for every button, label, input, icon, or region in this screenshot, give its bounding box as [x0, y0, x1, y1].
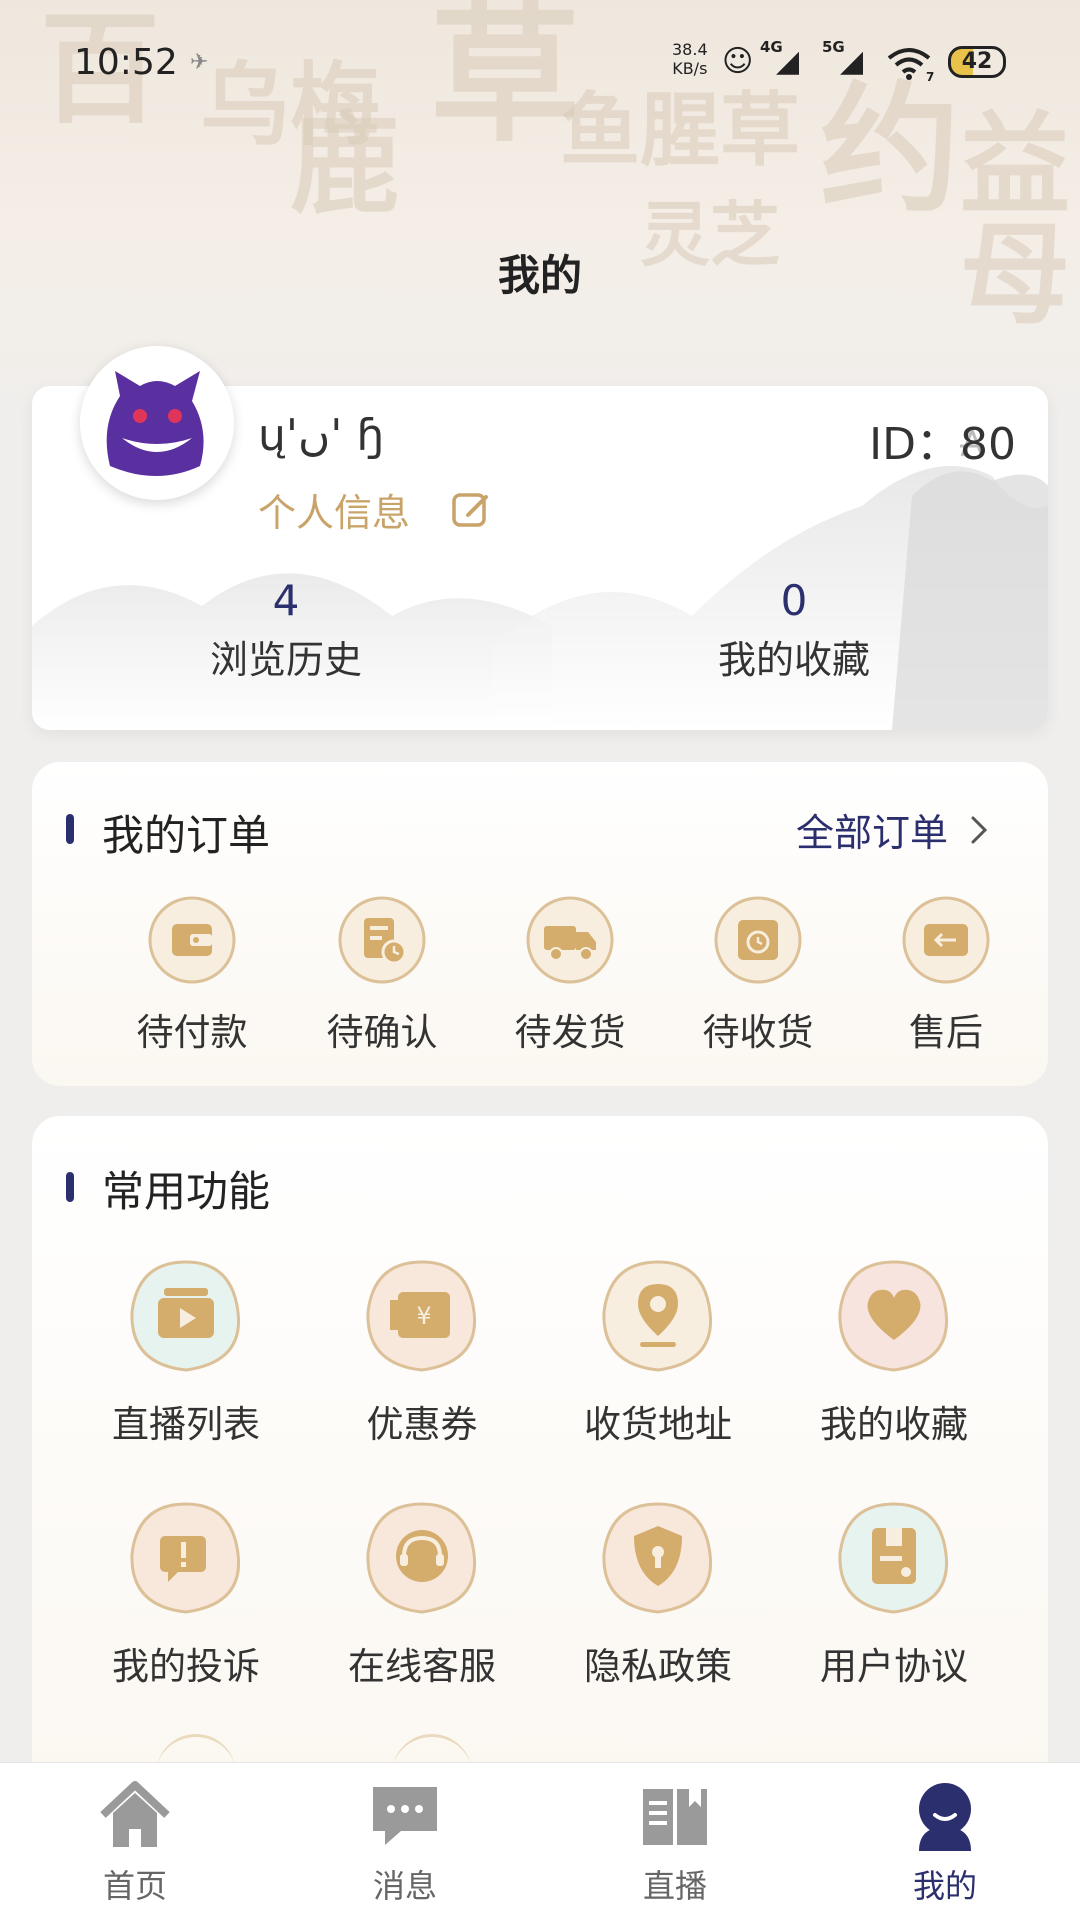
box-clock-icon	[710, 892, 806, 988]
function-label: 在线客服	[348, 1645, 496, 1688]
stat-my-favorites-label: 我的收藏	[717, 638, 870, 682]
username: ų'ں' ɧ	[258, 410, 385, 461]
section-marker	[66, 1172, 74, 1202]
orders-title: 我的订单	[102, 811, 271, 860]
all-orders-label: 全部订单	[795, 811, 948, 855]
order-pending-confirm[interactable]: 待确认	[302, 892, 462, 1056]
personal-info-link[interactable]: 个人信息	[258, 482, 492, 537]
stat-my-favorites[interactable]: 0 我的收藏	[664, 576, 924, 684]
tab-label: 我的	[912, 1867, 977, 1905]
section-marker	[66, 814, 74, 844]
tab-messages[interactable]: 消息	[325, 1777, 485, 1907]
tab-label: 直播	[642, 1867, 707, 1905]
network-speed: 38.4 KB/s	[672, 40, 708, 78]
function-address[interactable]: 收货地址	[558, 1252, 758, 1448]
function-label: 用户协议	[820, 1645, 968, 1688]
svg-text:¥: ¥	[416, 1302, 431, 1330]
order-pending-shipment[interactable]: 待发货	[490, 892, 650, 1056]
profile-page: 百 乌梅 鹿 草 鱼腥草 灵芝 约 益母 10:52 ✈ 38.4 KB/s ☺…	[0, 0, 1080, 1920]
chevron-right-icon	[971, 816, 988, 843]
avatar[interactable]	[80, 346, 234, 500]
order-label: 待付款	[136, 1011, 248, 1054]
return-icon	[898, 892, 994, 988]
function-customer-service[interactable]: 在线客服	[322, 1494, 522, 1690]
signal-5g-icon: ◢	[840, 44, 864, 79]
tab-home[interactable]: 首页	[55, 1777, 215, 1907]
complaint-icon	[122, 1494, 250, 1622]
agreement-icon	[830, 1494, 958, 1622]
tab-live[interactable]: 直播	[595, 1777, 755, 1907]
stat-browse-history-label: 浏览历史	[209, 638, 362, 682]
location-pin-icon	[594, 1252, 722, 1380]
alarm-icon: ☺	[722, 44, 754, 79]
function-label: 直播列表	[112, 1403, 260, 1446]
order-pending-payment[interactable]: 待付款	[112, 892, 272, 1056]
tab-mine[interactable]: 我的	[865, 1777, 1025, 1907]
function-complaints[interactable]: 我的投诉	[86, 1494, 286, 1690]
tab-label: 首页	[102, 1867, 167, 1905]
user-id: ID：80	[869, 419, 1016, 470]
stat-browse-history[interactable]: 4 浏览历史	[156, 576, 416, 684]
order-label: 待确认	[326, 1011, 438, 1054]
document-clock-icon	[334, 892, 430, 988]
function-live-list[interactable]: 直播列表	[86, 1252, 286, 1448]
profile-icon	[919, 1783, 971, 1851]
function-label: 我的投诉	[112, 1645, 260, 1688]
function-coupons[interactable]: ¥ 优惠券	[322, 1252, 522, 1448]
stat-browse-history-count: 4	[272, 576, 300, 625]
shield-lock-icon	[594, 1494, 722, 1622]
personal-info-label: 个人信息	[258, 491, 411, 535]
network-speed-value: 38.4	[672, 40, 708, 59]
coupon-icon: ¥	[358, 1252, 486, 1380]
book-icon	[643, 1789, 707, 1845]
notification-icon: ✈	[190, 50, 209, 75]
functions-card: 常用功能 直播列表 ¥ 优惠券 收货地址 我的收藏 我的投诉 在线客服 隐私政策…	[32, 1116, 1048, 1816]
orders-card: 我的订单 全部订单 待付款 待确认 待发货 待收货 售后	[32, 762, 1048, 1086]
video-camera-icon	[122, 1252, 250, 1380]
signal-4g-icon: ◢	[776, 44, 800, 79]
wifi-sub-label: 7	[926, 70, 935, 84]
message-icon	[373, 1787, 437, 1845]
wallet-icon	[144, 892, 240, 988]
order-label: 售后	[909, 1011, 983, 1054]
heart-icon	[830, 1252, 958, 1380]
order-label: 待收货	[702, 1011, 814, 1054]
battery-indicator: 42	[948, 46, 1006, 78]
status-time: 10:52	[74, 42, 178, 83]
status-bar: 10:52 ✈ 38.4 KB/s ☺ 4G ◢ 5G ◢ 7 42	[0, 38, 1080, 90]
edit-icon[interactable]	[450, 489, 492, 531]
function-label: 收货地址	[584, 1403, 732, 1446]
network-speed-unit: KB/s	[672, 59, 708, 78]
page-title: 我的	[497, 251, 582, 300]
all-orders-link[interactable]: 全部订单	[796, 802, 990, 857]
avatar-image	[80, 346, 234, 500]
functions-title: 常用功能	[102, 1167, 271, 1216]
function-label: 我的收藏	[820, 1403, 968, 1446]
function-user-agreement[interactable]: 用户协议	[794, 1494, 994, 1690]
order-label: 待发货	[514, 1011, 626, 1054]
function-favorites[interactable]: 我的收藏	[794, 1252, 994, 1448]
home-icon	[100, 1781, 170, 1847]
function-label: 隐私政策	[584, 1645, 732, 1688]
stat-my-favorites-count: 0	[780, 576, 808, 625]
bottom-tab-bar: 首页 消息 直播 我的	[0, 1762, 1080, 1920]
headset-icon	[358, 1494, 486, 1622]
order-pending-receipt[interactable]: 待收货	[678, 892, 838, 1056]
function-label: 优惠券	[366, 1403, 478, 1446]
order-after-sales[interactable]: 售后	[866, 892, 1026, 1056]
truck-icon	[522, 892, 618, 988]
function-privacy-policy[interactable]: 隐私政策	[558, 1494, 758, 1690]
tab-label: 消息	[372, 1867, 437, 1905]
